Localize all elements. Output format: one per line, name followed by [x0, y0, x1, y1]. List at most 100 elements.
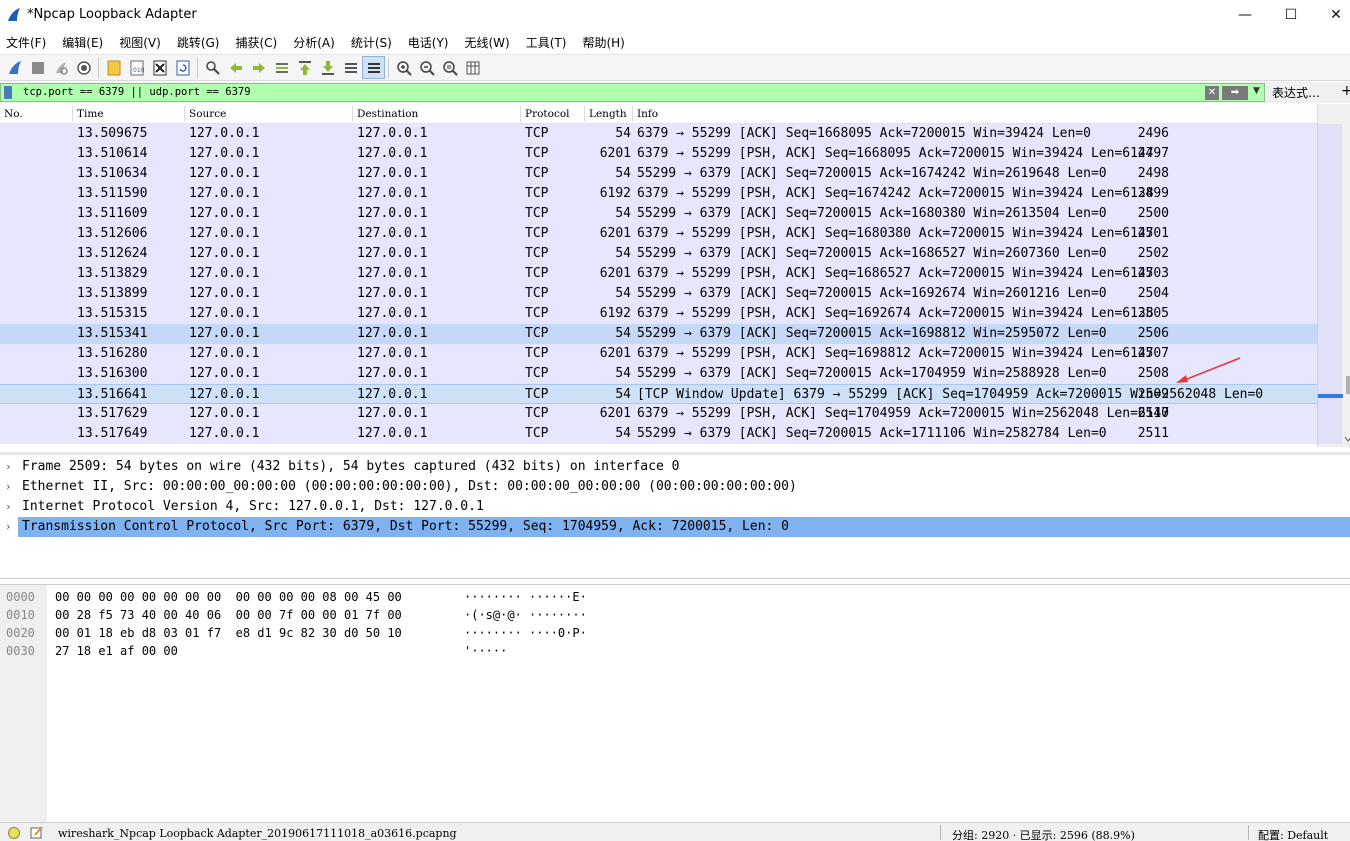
packet-minimap[interactable] [1317, 124, 1343, 444]
restart-icon[interactable] [49, 56, 72, 79]
toolbar-separator [197, 57, 198, 78]
packet-row[interactable]: 2497 13.510614 127.0.0.1 127.0.0.1 TCP 6201 63… [0, 144, 1317, 164]
colorize-icon[interactable] [362, 56, 385, 79]
filter-history-dropdown-icon[interactable]: ▼ [1253, 86, 1260, 96]
display-filter-input[interactable]: tcp.port == 6379 || udp.port == 6379 ✕ ➡… [0, 83, 1265, 102]
bytes-hex[interactable]: 27 18 e1 af 00 00 [55, 644, 178, 658]
bytes-ascii[interactable]: ········ ······E· [464, 590, 587, 604]
bytes-hex[interactable]: 00 00 00 00 00 00 00 00 00 00 00 00 08 0… [55, 590, 402, 604]
zoom-out-icon[interactable] [415, 56, 438, 79]
bytes-hex[interactable]: 00 28 f5 73 40 00 40 06 00 00 7f 00 00 0… [55, 608, 402, 622]
menu-file[interactable]: 文件(F) [6, 34, 46, 51]
detail-row-frame[interactable]: › Frame 2509: 54 bytes on wire (432 bits… [0, 457, 1350, 477]
column-header-protocol[interactable]: Protocol [525, 108, 570, 120]
detail-row-tcp[interactable]: › Transmission Control Protocol, Src Por… [0, 517, 1350, 537]
menu-statistics[interactable]: 统计(S) [351, 34, 392, 51]
detail-row-ip[interactable]: › Internet Protocol Version 4, Src: 127.… [0, 497, 1350, 517]
packet-row[interactable]: 2502 13.512624 127.0.0.1 127.0.0.1 TCP 54 5529… [0, 244, 1317, 264]
menu-telephony[interactable]: 电话(Y) [408, 34, 449, 51]
menu-wireless[interactable]: 无线(W) [465, 34, 510, 51]
column-divider[interactable] [584, 106, 585, 122]
cell-info: 6379 → 55299 [PSH, ACK] Seq=1692674 Ack=… [637, 306, 1154, 321]
bytes-row[interactable]: 0030 27 18 e1 af 00 00 '····· [0, 641, 1350, 659]
menu-go[interactable]: 跳转(G) [177, 34, 220, 51]
bytes-ascii[interactable]: ·(·s@·@· ········ [464, 608, 587, 622]
bytes-row[interactable]: 0010 00 28 f5 73 40 00 40 06 00 00 7f 00… [0, 605, 1350, 623]
packet-row[interactable]: 2500 13.511609 127.0.0.1 127.0.0.1 TCP 54 5529… [0, 204, 1317, 224]
go-back-icon[interactable] [224, 56, 247, 79]
go-forward-icon[interactable] [247, 56, 270, 79]
menu-edit[interactable]: 编辑(E) [62, 34, 103, 51]
column-header-time[interactable]: Time [77, 108, 104, 120]
capture-comment-icon[interactable] [30, 826, 44, 839]
menu-view[interactable]: 视图(V) [119, 34, 161, 51]
close-button[interactable]: ✕ [1313, 0, 1350, 30]
expand-chevron-icon[interactable]: › [5, 460, 12, 473]
packet-row[interactable]: 2505 13.515315 127.0.0.1 127.0.0.1 TCP 6192 63… [0, 304, 1317, 324]
menu-help[interactable]: 帮助(H) [582, 34, 624, 51]
packet-row[interactable]: 2507 13.516280 127.0.0.1 127.0.0.1 TCP 6201 63… [0, 344, 1317, 364]
filter-bookmark-icon[interactable] [4, 86, 12, 99]
packet-row[interactable]: 2503 13.513829 127.0.0.1 127.0.0.1 TCP 6201 63… [0, 264, 1317, 284]
column-divider[interactable] [632, 106, 633, 122]
bytes-ascii[interactable]: '····· [464, 644, 507, 658]
column-header-source[interactable]: Source [189, 108, 226, 120]
go-to-packet-icon[interactable] [270, 56, 293, 79]
packet-row[interactable]: 2501 13.512606 127.0.0.1 127.0.0.1 TCP 6201 63… [0, 224, 1317, 244]
apply-filter-icon[interactable]: ➡ [1222, 86, 1248, 100]
cell-info: 6379 → 55299 [PSH, ACK] Seq=1704959 Ack=… [637, 406, 1170, 421]
expand-chevron-icon[interactable]: › [5, 500, 12, 513]
detail-row-ethernet[interactable]: › Ethernet II, Src: 00:00:00_00:00:00 (0… [0, 477, 1350, 497]
go-first-icon[interactable] [293, 56, 316, 79]
expand-chevron-icon[interactable]: › [5, 520, 12, 533]
column-header-destination[interactable]: Destination [357, 108, 418, 120]
menu-capture[interactable]: 捕获(C) [235, 34, 277, 51]
packet-row[interactable]: 2511 13.517649 127.0.0.1 127.0.0.1 TCP 54 5529… [0, 424, 1317, 444]
packet-row[interactable]: 2499 13.511590 127.0.0.1 127.0.0.1 TCP 6192 63… [0, 184, 1317, 204]
shark-start-icon[interactable] [3, 56, 26, 79]
autoscroll-icon[interactable] [339, 56, 362, 79]
close-file-icon[interactable] [148, 56, 171, 79]
display-filter-text[interactable]: tcp.port == 6379 || udp.port == 6379 [23, 86, 251, 98]
column-header-length[interactable]: Length [589, 108, 627, 120]
packet-row[interactable]: 2496 13.509675 127.0.0.1 127.0.0.1 TCP 54 6379… [0, 124, 1317, 144]
cell-source: 127.0.0.1 [189, 246, 260, 261]
stop-icon[interactable] [26, 56, 49, 79]
column-divider[interactable] [72, 106, 73, 122]
bytes-ascii[interactable]: ········ ····0·P· [464, 626, 587, 640]
add-filter-button[interactable]: + [1341, 83, 1350, 99]
capture-options-icon[interactable] [72, 56, 95, 79]
zoom-in-icon[interactable] [392, 56, 415, 79]
open-file-icon[interactable] [102, 56, 125, 79]
maximize-button[interactable]: ☐ [1268, 0, 1314, 30]
packet-row[interactable]: 2504 13.513899 127.0.0.1 127.0.0.1 TCP 54 5529… [0, 284, 1317, 304]
minimize-button[interactable]: — [1222, 0, 1268, 30]
bytes-row[interactable]: 0020 00 01 18 eb d8 03 01 f7 e8 d1 9c 82… [0, 623, 1350, 641]
resize-columns-icon[interactable] [461, 56, 484, 79]
clear-filter-icon[interactable]: ✕ [1205, 86, 1219, 100]
column-divider[interactable] [184, 106, 185, 122]
cell-length: 54 [615, 126, 631, 141]
packet-row[interactable]: 2498 13.510634 127.0.0.1 127.0.0.1 TCP 54 5529… [0, 164, 1317, 184]
bytes-hex[interactable]: 00 01 18 eb d8 03 01 f7 e8 d1 9c 82 30 d… [55, 626, 402, 640]
go-last-icon[interactable] [316, 56, 339, 79]
menu-tools[interactable]: 工具(T) [526, 34, 567, 51]
packet-row[interactable]: 2510 13.517629 127.0.0.1 127.0.0.1 TCP 6201 63… [0, 404, 1317, 424]
menu-analyze[interactable]: 分析(A) [293, 34, 335, 51]
column-divider[interactable] [352, 106, 353, 122]
column-divider[interactable] [520, 106, 521, 122]
column-header-info[interactable]: Info [637, 108, 658, 120]
expression-button[interactable]: 表达式… [1272, 84, 1320, 101]
zoom-normal-icon[interactable] [438, 56, 461, 79]
bytes-row[interactable]: 0000 00 00 00 00 00 00 00 00 00 00 00 00… [0, 587, 1350, 605]
column-header-no[interactable]: No. [4, 108, 23, 120]
packet-row[interactable]: 2508 13.516300 127.0.0.1 127.0.0.1 TCP 54 5529… [0, 364, 1317, 384]
expert-info-icon[interactable] [8, 827, 20, 839]
packet-row[interactable]: 2509 13.516641 127.0.0.1 127.0.0.1 TCP 54 [TCP… [0, 384, 1317, 404]
packet-row[interactable]: 2506 13.515341 127.0.0.1 127.0.0.1 TCP 54 5529… [0, 324, 1317, 344]
find-packet-icon[interactable] [201, 56, 224, 79]
expand-chevron-icon[interactable]: › [5, 480, 12, 493]
profile-selector[interactable]: 配置: Default [1258, 827, 1328, 841]
reload-icon[interactable] [171, 56, 194, 79]
save-file-icon[interactable]: 010 [125, 56, 148, 79]
